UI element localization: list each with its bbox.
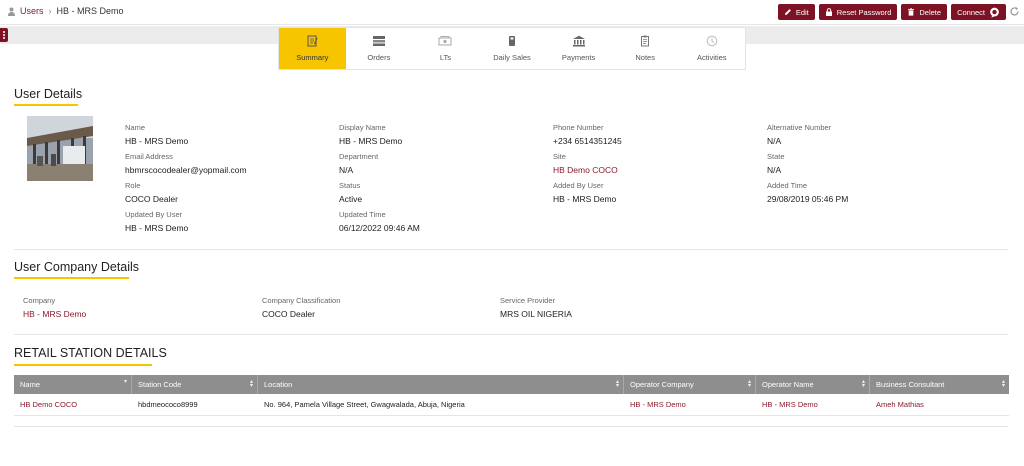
retail-stations-table: Name ▾ Station Code ▴ ▾ Location ▴ ▾ Operator…	[14, 375, 1009, 416]
user-icon	[8, 7, 15, 16]
daily-sales-icon	[509, 36, 516, 46]
tab-daily-sales[interactable]: Daily Sales	[479, 28, 546, 69]
retail-details-underline	[14, 364, 152, 366]
tab-orders-label: Orders	[367, 53, 391, 62]
field-name: Name HB - MRS Demo	[125, 123, 189, 146]
tab-activities[interactable]: Activities	[678, 28, 745, 69]
column-header-location[interactable]: Location ▴ ▾	[258, 375, 624, 394]
delete-button[interactable]: Delete	[901, 4, 948, 20]
tab-notes-label: Notes	[635, 53, 655, 62]
tab-summary-label: Summary	[296, 53, 329, 62]
field-service-provider: Service Provider MRS OIL NIGERIA	[500, 296, 572, 319]
company-details-title: User Company Details	[14, 260, 140, 274]
breadcrumb-current: HB - MRS Demo	[56, 6, 124, 16]
company-details-underline	[14, 277, 129, 279]
table-header: Name ▾ Station Code ▴ ▾ Location ▴ ▾ Operator…	[14, 375, 1009, 394]
company-link[interactable]: HB - MRS Demo	[23, 309, 86, 319]
divider	[14, 334, 1008, 335]
field-role: Role COCO Dealer	[125, 181, 178, 204]
bank-icon	[572, 35, 585, 47]
field-email: Email Address hbmrscocodealer@yopmail.co…	[125, 152, 247, 175]
breadcrumb-users-link[interactable]: Users	[20, 6, 44, 16]
column-header-station-code[interactable]: Station Code ▴ ▾	[132, 375, 258, 394]
lock-icon	[825, 8, 832, 16]
tab-summary[interactable]: Summary	[279, 28, 346, 69]
user-details-title: User Details	[14, 87, 83, 101]
table-row: HB Demo COCO hbdmeococo8999 No. 964, Pam…	[14, 394, 1009, 416]
sort-icon: ▴ ▾	[1001, 379, 1005, 389]
sort-icon: ▴ ▾	[747, 379, 751, 389]
column-header-business-consultant[interactable]: Business Consultant ▴ ▾	[870, 375, 1009, 394]
tab-lts-label: LTs	[439, 53, 451, 62]
column-header-operator-company[interactable]: Operator Company ▴ ▾	[624, 375, 756, 394]
field-company-classification: Company Classification COCO Dealer	[262, 296, 341, 319]
field-site: Site HB Demo COCO	[553, 152, 618, 175]
reset-password-button[interactable]: Reset Password	[818, 4, 898, 20]
activities-icon	[706, 35, 718, 47]
lts-icon	[438, 36, 452, 46]
field-updated-by: Updated By User HB - MRS Demo	[125, 210, 189, 233]
column-header-operator-name[interactable]: Operator Name ▴ ▾	[756, 375, 870, 394]
delete-button-label: Delete	[919, 7, 942, 17]
field-added-by: Added By User HB - MRS Demo	[553, 181, 617, 204]
summary-icon	[307, 35, 318, 47]
cell-business-consultant-link[interactable]: Ameh Mathias	[870, 394, 1009, 415]
user-photo	[27, 116, 93, 181]
breadcrumb: Users › HB - MRS Demo	[8, 6, 124, 16]
notes-icon	[641, 35, 650, 47]
field-phone: Phone Number +234 6514351245	[553, 123, 622, 146]
field-added-time: Added Time 29/08/2019 05:46 PM	[767, 181, 849, 204]
orders-icon	[372, 36, 385, 46]
tab-daily-sales-label: Daily Sales	[493, 53, 531, 62]
tab-payments[interactable]: Payments	[545, 28, 612, 69]
site-link[interactable]: HB Demo COCO	[553, 165, 618, 175]
sort-icon: ▴ ▾	[861, 379, 865, 389]
field-state: State N/A	[767, 152, 785, 175]
pencil-icon	[784, 9, 791, 15]
column-header-name[interactable]: Name ▾	[14, 375, 132, 394]
top-bar: Users › HB - MRS Demo Edit Reset Passwor…	[0, 0, 1024, 25]
field-department: Department N/A	[339, 152, 379, 175]
tab-lts[interactable]: LTs	[412, 28, 479, 69]
divider	[14, 426, 1008, 427]
action-buttons: Edit Reset Password Delete Connect	[777, 4, 1006, 20]
edit-button-label: Edit	[795, 7, 809, 17]
chat-icon	[990, 7, 999, 18]
tab-payments-label: Payments	[561, 53, 596, 62]
reset-password-label: Reset Password	[836, 7, 892, 17]
refresh-icon[interactable]	[1009, 6, 1020, 17]
field-alternative-number: Alternative Number N/A	[767, 123, 832, 146]
field-updated-time: Updated Time 06/12/2022 09:46 AM	[339, 210, 420, 233]
trash-icon	[908, 8, 915, 16]
sidebar-toggle-handle[interactable]	[0, 28, 8, 42]
retail-details-title: RETAIL STATION DETAILS	[14, 346, 167, 360]
edit-button[interactable]: Edit	[777, 4, 815, 20]
sort-icon: ▾	[123, 379, 127, 385]
connect-button-label: Connect	[957, 7, 985, 17]
sort-icon: ▴ ▾	[249, 379, 253, 389]
tab-activities-label: Activities	[696, 53, 727, 62]
tab-orders[interactable]: Orders	[346, 28, 413, 69]
sort-icon: ▴ ▾	[615, 379, 619, 389]
field-company: Company HB - MRS Demo	[23, 296, 87, 319]
connect-button[interactable]: Connect	[951, 4, 1006, 20]
tab-bar: Summary Orders LTs Daily Sales Payments …	[278, 27, 746, 70]
user-details-underline	[14, 104, 78, 106]
field-status: Status Active	[339, 181, 363, 204]
divider	[14, 249, 1008, 250]
cell-operator-name-link[interactable]: HB - MRS Demo	[756, 394, 870, 415]
cell-station-code: hbdmeococo8999	[138, 400, 198, 409]
cell-station-name-link[interactable]: HB Demo COCO	[14, 394, 132, 415]
chevron-right-icon: ›	[48, 6, 52, 16]
cell-operator-company-link[interactable]: HB - MRS Demo	[624, 394, 756, 415]
field-display-name: Display Name HB - MRS Demo	[339, 123, 403, 146]
tab-notes[interactable]: Notes	[612, 28, 679, 69]
cell-location: No. 964, Pamela Village Street, Gwagwala…	[264, 400, 465, 409]
